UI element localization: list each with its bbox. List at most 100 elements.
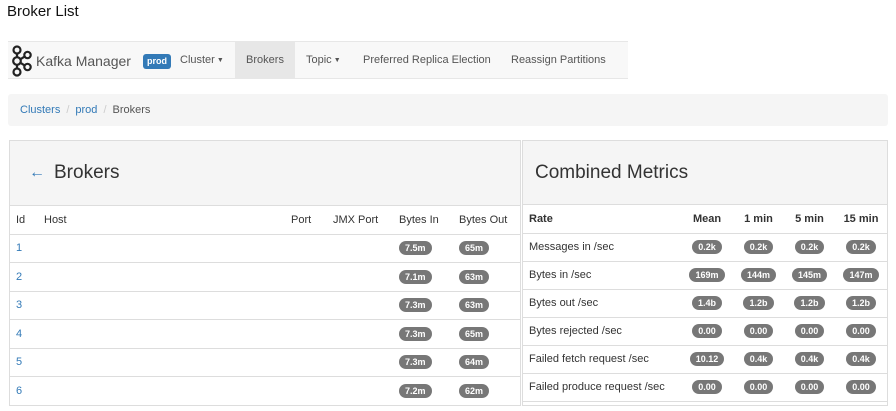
metric-value-badge: 0.00: [846, 380, 876, 394]
broker-port: [285, 234, 327, 263]
col-mean: Mean: [681, 205, 733, 234]
metric-value-badge: 0.00: [692, 324, 722, 338]
bytes-in-badge: 7.1m: [399, 269, 432, 284]
bytes-out-badge: 64m: [459, 355, 490, 370]
nav-preferred-replica-label: Preferred Replica Election: [363, 54, 491, 66]
caret-down-icon: ▼: [333, 57, 341, 64]
broker-host: [38, 348, 285, 377]
table-row: Bytes rejected /sec 0.00 0.00 0.00 0.00: [523, 317, 887, 346]
metric-name: Bytes in /sec: [523, 261, 681, 290]
broker-port: [285, 291, 327, 320]
bytes-out-badge: 63m: [459, 298, 490, 313]
metric-value-badge: 147m: [843, 268, 879, 282]
metric-name: Bytes out /sec: [523, 289, 681, 318]
table-header-row: Id Host Port JMX Port Bytes In Bytes Out: [10, 206, 520, 235]
back-arrow-icon[interactable]: ←: [29, 164, 45, 182]
broker-jmx-port: [327, 234, 393, 263]
nav-preferred-replica-election[interactable]: Preferred Replica Election: [363, 42, 491, 79]
bytes-in-badge: 7.2m: [399, 383, 432, 398]
col-bytes-in[interactable]: Bytes In: [393, 206, 453, 235]
metric-value-badge: 0.4k: [743, 352, 774, 366]
metric-value-badge: 145m: [791, 268, 828, 282]
metric-value-badge: 0.00: [794, 380, 825, 394]
broker-host: [38, 262, 285, 292]
metrics-table: Rate Mean 1 min 5 min 15 min Messages in…: [523, 205, 887, 402]
table-row: Messages in /sec 0.2k 0.2k 0.2k 0.2k: [523, 233, 887, 262]
metric-value-badge: 169m: [689, 268, 725, 282]
metric-value-badge: 0.00: [743, 380, 774, 394]
nav-brokers[interactable]: Brokers: [235, 42, 295, 79]
broker-jmx-port: [327, 319, 393, 349]
metric-value-badge: 0.4k: [846, 352, 876, 366]
broker-id-link[interactable]: 6: [10, 376, 38, 405]
broker-id-link[interactable]: 2: [10, 262, 38, 292]
bytes-out-badge: 65m: [459, 241, 490, 256]
navbar: Kafka Manager prod Cluster ▼ Brokers Topi…: [8, 41, 628, 79]
col-bytes-out[interactable]: Bytes Out: [453, 206, 520, 235]
table-row: 5 7.3m 64m: [10, 348, 520, 377]
metrics-panel-heading: Combined Metrics: [523, 141, 887, 205]
caret-down-icon: ▼: [216, 57, 224, 64]
brand[interactable]: Kafka Manager prod: [8, 42, 171, 80]
env-badge: prod: [142, 53, 171, 69]
broker-port: [285, 348, 327, 377]
nav-reassign-label: Reassign Partitions: [511, 54, 606, 66]
brokers-panel-title: Brokers: [54, 162, 120, 183]
col-id[interactable]: Id: [10, 206, 38, 235]
col-15min: 15 min: [835, 205, 887, 234]
table-row: Failed produce request /sec 0.00 0.00 0.…: [523, 373, 887, 402]
broker-port: [285, 319, 327, 349]
col-port[interactable]: Port: [285, 206, 327, 235]
metric-value-badge: 0.00: [794, 324, 825, 338]
broker-id-link[interactable]: 1: [10, 234, 38, 263]
bytes-out-badge: 63m: [459, 269, 490, 284]
broker-port: [285, 376, 327, 405]
breadcrumb-prod[interactable]: prod: [75, 104, 97, 116]
brokers-panel-heading: ← Brokers: [10, 141, 520, 206]
broker-host: [38, 376, 285, 405]
table-row: Bytes out /sec 1.4b 1.2b 1.2b 1.2b: [523, 289, 887, 318]
broker-jmx-port: [327, 262, 393, 292]
broker-id-link[interactable]: 5: [10, 348, 38, 377]
bytes-in-badge: 7.3m: [399, 355, 432, 370]
col-host[interactable]: Host: [38, 206, 285, 235]
metric-value-badge: 10.12: [689, 352, 725, 366]
broker-id-link[interactable]: 3: [10, 291, 38, 320]
metric-name: Failed produce request /sec: [523, 373, 681, 402]
metric-name: Bytes rejected /sec: [523, 317, 681, 346]
metric-value-badge: 1.2b: [743, 296, 774, 310]
nav-reassign-partitions[interactable]: Reassign Partitions: [511, 42, 606, 79]
metric-value-badge: 0.00: [692, 380, 722, 394]
table-header-row: Rate Mean 1 min 5 min 15 min: [523, 205, 887, 234]
metric-value-badge: 0.2k: [846, 240, 876, 254]
breadcrumb: Clusters / prod / Brokers: [8, 94, 888, 126]
metric-name: Messages in /sec: [523, 233, 681, 262]
table-row: Failed fetch request /sec 10.12 0.4k 0.4…: [523, 345, 887, 374]
table-row: Bytes in /sec 169m 144m 145m 147m: [523, 261, 887, 290]
broker-jmx-port: [327, 348, 393, 377]
broker-jmx-port: [327, 291, 393, 320]
table-row: 1 7.5m 65m: [10, 234, 520, 263]
kafka-logo-icon: [12, 45, 32, 77]
col-1min: 1 min: [733, 205, 784, 234]
broker-id-link[interactable]: 4: [10, 319, 38, 349]
table-row: 3 7.3m 63m: [10, 291, 520, 320]
table-row: 4 7.3m 65m: [10, 319, 520, 349]
metrics-panel-title: Combined Metrics: [535, 161, 689, 183]
bytes-out-badge: 62m: [459, 383, 490, 398]
combined-metrics-panel: Combined Metrics Rate Mean 1 min 5 min 1…: [522, 140, 888, 406]
metric-value-badge: 0.2k: [743, 240, 774, 254]
table-row: 6 7.2m 62m: [10, 376, 520, 405]
nav-cluster-dropdown[interactable]: Cluster ▼: [180, 42, 224, 79]
metric-value-badge: 0.00: [846, 324, 876, 338]
bytes-in-badge: 7.3m: [399, 298, 432, 313]
col-rate: Rate: [523, 205, 681, 234]
broker-port: [285, 262, 327, 292]
col-5min: 5 min: [784, 205, 835, 234]
metric-value-badge: 1.2b: [845, 296, 876, 310]
metric-value-badge: 0.2k: [794, 240, 825, 254]
nav-topic-dropdown[interactable]: Topic ▼: [306, 42, 341, 79]
broker-jmx-port: [327, 376, 393, 405]
breadcrumb-clusters[interactable]: Clusters: [20, 104, 60, 116]
col-jmx-port[interactable]: JMX Port: [327, 206, 393, 235]
